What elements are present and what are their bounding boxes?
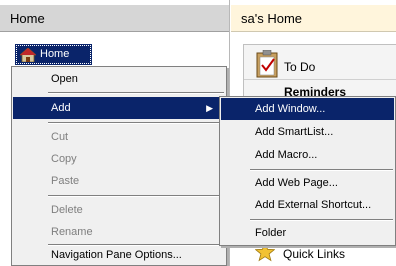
content-title: sa's Home (241, 11, 303, 26)
menu-item-delete-label: Delete (51, 204, 83, 216)
menu-separator (48, 195, 224, 197)
menu-separator (250, 169, 393, 171)
submenu-item-add-smartlist[interactable]: Add SmartList... (221, 121, 394, 143)
add-submenu: Add Window... Add SmartList... Add Macro… (219, 96, 396, 246)
nav-tree-item-home[interactable]: Home (15, 44, 92, 65)
submenu-item-add-external-shortcut[interactable]: Add External Shortcut... (221, 194, 394, 216)
submenu-item-add-window[interactable]: Add Window... (221, 98, 394, 120)
submenu-item-folder[interactable]: Folder (221, 222, 394, 244)
home-icon (20, 48, 36, 62)
submenu-item-add-smartlist-label: Add SmartList... (255, 126, 334, 138)
submenu-item-add-web-page[interactable]: Add Web Page... (221, 172, 394, 194)
submenu-item-add-macro[interactable]: Add Macro... (221, 144, 394, 166)
menu-item-paste[interactable]: Paste (13, 170, 225, 192)
menu-item-cut-label: Cut (51, 131, 69, 143)
todo-title[interactable]: To Do (284, 60, 315, 74)
clipboard-check-icon (256, 50, 278, 78)
context-menu: Open Add ▶ Cut Copy Paste Delete Rename … (11, 66, 227, 266)
menu-item-navigation-pane-options-label: Navigation Pane Options... (51, 249, 182, 261)
menu-separator (48, 92, 224, 94)
menu-item-rename-label: Rename (51, 226, 93, 238)
submenu-arrow-icon: ▶ (206, 103, 213, 113)
submenu-item-add-window-label: Add Window... (255, 103, 326, 115)
navigation-pane-title: Home (10, 11, 45, 26)
quick-links-label: Quick Links (283, 247, 346, 261)
menu-separator (250, 219, 393, 221)
menu-item-paste-label: Paste (51, 175, 80, 187)
navigation-pane-header: Home (0, 5, 229, 32)
menu-item-copy-label: Copy (51, 153, 77, 165)
submenu-item-add-external-shortcut-label: Add External Shortcut... (255, 199, 372, 211)
menu-item-delete[interactable]: Delete (13, 199, 225, 221)
menu-item-navigation-pane-options[interactable]: Navigation Pane Options... (13, 244, 225, 266)
submenu-item-folder-label: Folder (255, 227, 287, 239)
menu-item-open-label: Open (51, 73, 78, 85)
menu-item-copy[interactable]: Copy (13, 148, 225, 170)
menu-item-rename[interactable]: Rename (13, 221, 225, 243)
menu-item-add[interactable]: Add ▶ (13, 97, 225, 119)
menu-item-cut[interactable]: Cut (13, 126, 225, 148)
menu-item-open[interactable]: Open (13, 68, 225, 90)
submenu-item-add-web-page-label: Add Web Page... (255, 177, 338, 189)
menu-item-add-label: Add (51, 102, 71, 114)
home-label: Home (40, 48, 70, 60)
todo-panel: To Do Reminders (243, 44, 396, 104)
content-header: sa's Home (231, 5, 396, 32)
submenu-item-add-macro-label: Add Macro... (255, 149, 318, 161)
menu-separator (48, 122, 224, 124)
